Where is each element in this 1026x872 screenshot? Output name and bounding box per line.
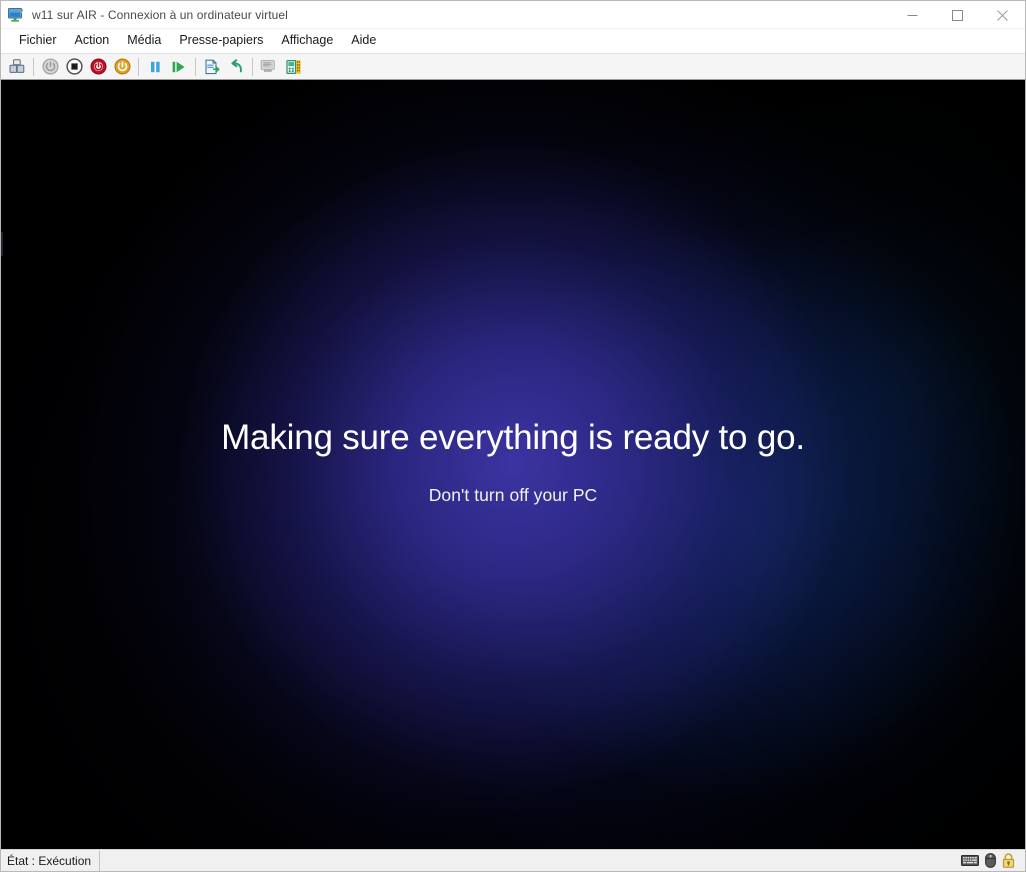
- pause-icon: [148, 60, 163, 74]
- pause-button[interactable]: [143, 55, 167, 78]
- toolbar-separator: [33, 57, 34, 76]
- toolbar-separator: [252, 57, 253, 76]
- menu-presse-papiers[interactable]: Presse-papiers: [170, 31, 272, 51]
- status-indicator-icons: [961, 853, 1025, 868]
- power-shutdown-icon: [89, 58, 107, 75]
- toolbar: [1, 53, 1025, 80]
- start-button[interactable]: [38, 55, 62, 78]
- menu-fichier[interactable]: Fichier: [10, 31, 66, 51]
- save-button[interactable]: [110, 55, 134, 78]
- ctrl-alt-del-button[interactable]: [5, 55, 29, 78]
- oobe-background-gradient: [1, 80, 1025, 849]
- power-start-icon: [41, 58, 59, 75]
- status-state: État : Exécution: [1, 850, 101, 871]
- menu-media[interactable]: Média: [118, 31, 170, 51]
- reset-button[interactable]: [167, 55, 191, 78]
- menu-bar: Fichier Action Média Presse-papiers Affi…: [1, 29, 1025, 53]
- share-vm-icon: [285, 59, 302, 75]
- shut-down-button[interactable]: [86, 55, 110, 78]
- keyboard-ctrl-alt-del-icon: [9, 59, 26, 74]
- virtual-machine-monitor-icon: [7, 6, 25, 24]
- title-bar[interactable]: w11 sur AIR - Connexion à un ordinateur …: [1, 1, 1025, 29]
- menu-action[interactable]: Action: [66, 31, 119, 51]
- revert-arrow-icon: [228, 59, 245, 74]
- virtual-machine-screen[interactable]: Making sure everything is ready to go. D…: [1, 80, 1025, 849]
- share-button[interactable]: [281, 55, 305, 78]
- status-bar: État : Exécution: [1, 849, 1025, 871]
- toolbar-separator: [195, 57, 196, 76]
- close-button[interactable]: [980, 1, 1025, 29]
- enhanced-session-button[interactable]: [257, 55, 281, 78]
- checkpoint-icon: [204, 59, 221, 75]
- toolbar-separator: [138, 57, 139, 76]
- window-title: w11 sur AIR - Connexion à un ordinateur …: [32, 7, 288, 22]
- enhanced-session-icon: [260, 59, 278, 74]
- stop-square-icon: [65, 58, 83, 75]
- vmconnect-window: w11 sur AIR - Connexion à un ordinateur …: [0, 0, 1026, 872]
- checkpoint-button[interactable]: [200, 55, 224, 78]
- mouse-capture-icon[interactable]: [985, 853, 996, 868]
- power-save-amber-icon: [113, 58, 131, 75]
- lock-icon[interactable]: [1002, 853, 1015, 868]
- revert-button[interactable]: [224, 55, 248, 78]
- maximize-button[interactable]: [935, 1, 980, 29]
- keyboard-capture-icon[interactable]: [961, 855, 979, 866]
- minimize-button[interactable]: [890, 1, 935, 29]
- menu-aide[interactable]: Aide: [342, 31, 385, 51]
- window-controls: [890, 1, 1025, 29]
- menu-affichage[interactable]: Affichage: [272, 31, 342, 51]
- turn-off-button[interactable]: [62, 55, 86, 78]
- play-reset-icon: [171, 60, 187, 74]
